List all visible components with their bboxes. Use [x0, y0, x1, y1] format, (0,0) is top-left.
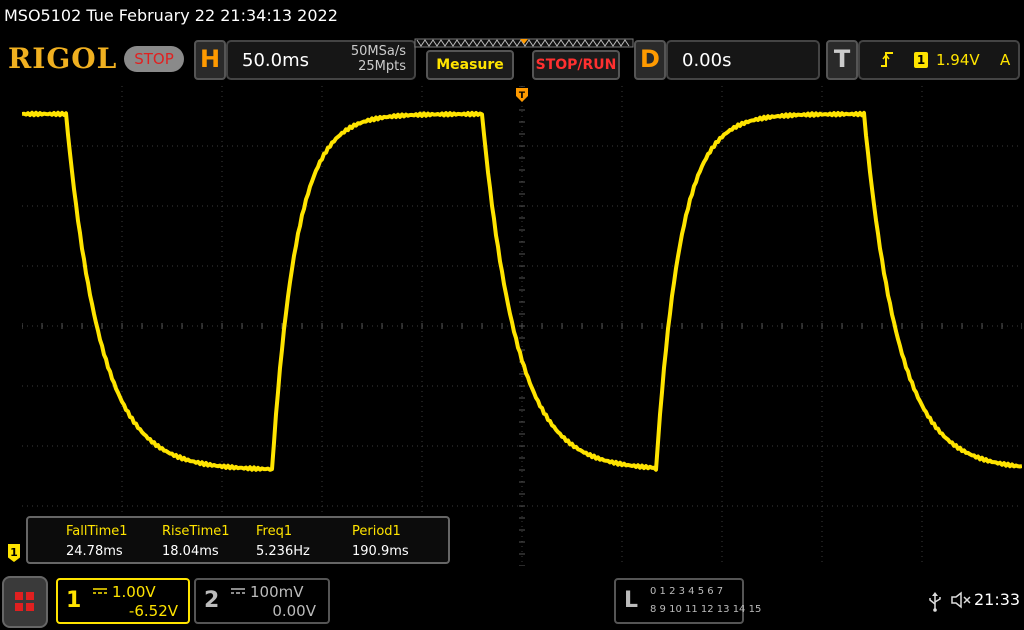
stop-run-button[interactable]: STOP/RUN [532, 50, 620, 80]
channel-2-scale: 100mV [250, 583, 304, 601]
title-text: MSO5102 Tue February 22 21:34:13 2022 [4, 6, 338, 25]
trigger-menu-button[interactable]: T [826, 40, 858, 80]
channel-1-scale: 1.00V [112, 583, 156, 601]
trigger-mode: A [1000, 51, 1011, 69]
mute-icon[interactable] [950, 590, 972, 610]
main-menu-button[interactable] [2, 576, 48, 628]
logic-analyzer-panel[interactable]: L 0 1 2 3 4 5 6 7 8 9 10 11 12 13 14 15 [614, 578, 761, 624]
trigger-position-strip [414, 38, 634, 48]
measurement-label: RiseTime1 [162, 524, 230, 539]
channel-1-offset: -6.52V [128, 602, 178, 620]
delay-value: 0.00s [682, 50, 732, 71]
digital-channels-row-1: 0 1 2 3 4 5 6 7 [650, 586, 724, 597]
horizontal-panel[interactable]: 50.0ms 50MSa/s 25Mpts [226, 40, 416, 80]
run-state-button[interactable]: STOP [124, 46, 184, 72]
channel-2-panel[interactable]: 2 100mV 0.00V [194, 578, 330, 624]
header-bar: RIGOL STOP H 50.0ms 50MSa/s 25Mpts Measu… [0, 34, 1024, 84]
system-clock: 21:33 [974, 590, 1021, 609]
trigger-marker-letter: T [519, 91, 526, 101]
memory-depth: 25Mpts [358, 59, 406, 74]
measurement-label: Period1 [352, 524, 401, 539]
dc-coupling-icon [231, 588, 245, 594]
measurement-label: FallTime1 [66, 524, 128, 539]
logic-analyzer-letter: L [624, 588, 639, 613]
measure-button[interactable]: Measure [426, 50, 514, 80]
title-bar: MSO5102 Tue February 22 21:34:13 2022 [0, 0, 1024, 34]
channel-2-offset: 0.00V [272, 602, 316, 620]
channel-2-number: 2 [204, 588, 220, 613]
channel-1-number: 1 [66, 588, 82, 613]
trigger-panel[interactable]: 1 1.94V A [858, 40, 1020, 80]
measurement-value: 18.04ms [162, 544, 219, 559]
measurement-label: Freq1 [256, 524, 293, 539]
trigger-source-badge: 1 [914, 52, 928, 68]
timebase-value: 50.0ms [242, 50, 309, 71]
measurement-value: 24.78ms [66, 544, 123, 559]
channel-1-panel[interactable]: 1 1.00V -6.52V [56, 578, 190, 624]
usb-icon [929, 592, 941, 612]
channel-1-ground-marker[interactable]: 1 [8, 544, 20, 562]
rising-edge-icon [881, 52, 893, 67]
measurement-value: 5.236Hz [256, 544, 310, 559]
horizontal-menu-button[interactable]: H [194, 40, 226, 80]
waveform-display[interactable]: T [22, 86, 1022, 566]
delay-menu-button[interactable]: D [634, 40, 666, 80]
digital-channels-row-2: 8 9 10 11 12 13 14 15 [650, 604, 762, 615]
measurement-value: 190.9ms [352, 544, 409, 559]
trigger-level: 1.94V [936, 51, 980, 69]
dc-coupling-icon [93, 588, 107, 594]
brand-logo: RIGOL [8, 42, 118, 75]
sample-rate: 50MSa/s [350, 44, 406, 59]
grid-menu-icon [15, 592, 34, 611]
measurement-panel[interactable]: FallTime1 24.78ms RiseTime1 18.04ms Freq… [26, 516, 450, 564]
delay-panel[interactable]: 0.00s [666, 40, 820, 80]
